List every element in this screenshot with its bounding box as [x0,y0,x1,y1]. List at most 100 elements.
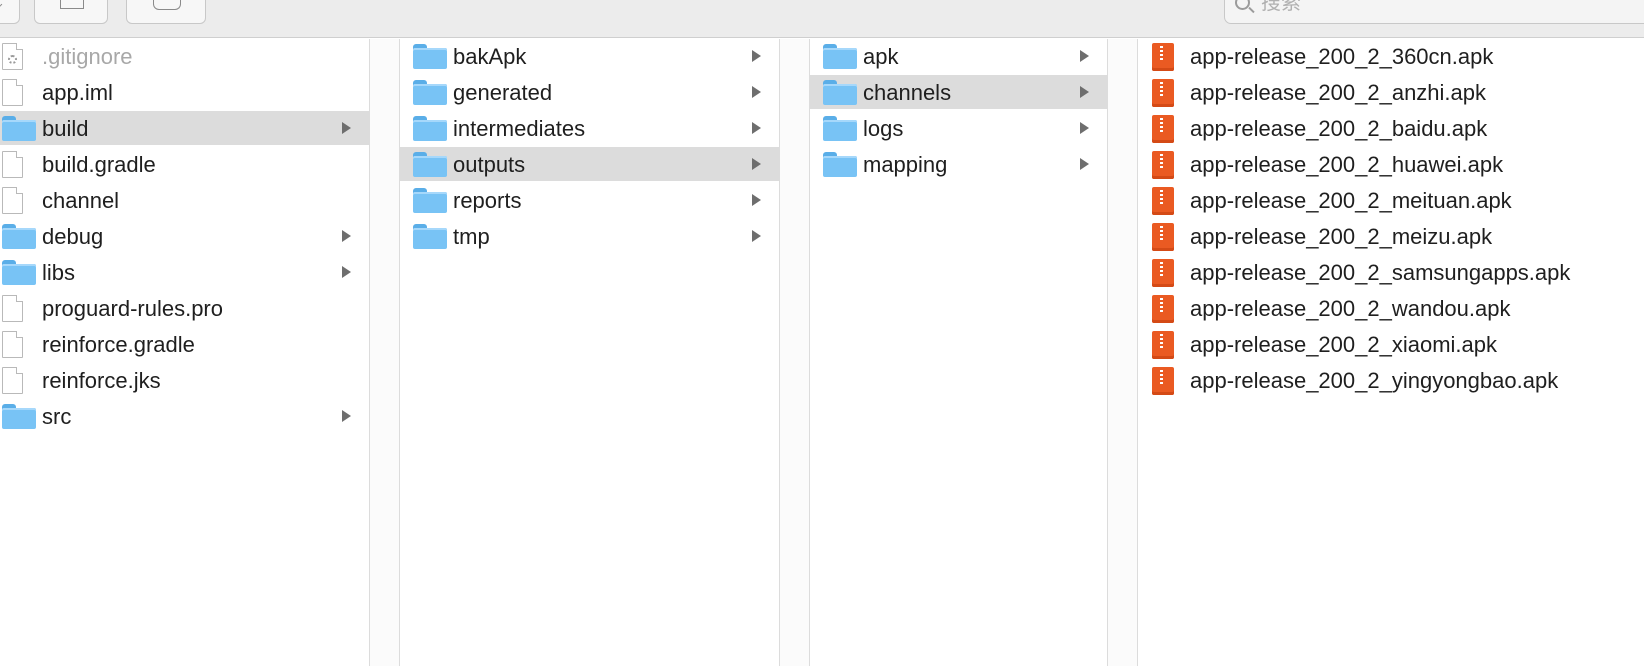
item-name: app-release_200_2_xiaomi.apk [1190,332,1497,357]
file-row[interactable]: app-release_200_2_huawei.apk [1138,147,1644,181]
item-name: app-release_200_2_360cn.apk [1190,44,1494,69]
disclosure-arrow-icon [752,50,761,62]
apk-file-icon [1152,367,1174,395]
item-name: tmp [453,224,490,249]
folder-row[interactable]: src [0,399,369,433]
item-name: app-release_200_2_baidu.apk [1190,116,1488,141]
file-row[interactable]: reinforce.jks [0,363,369,397]
disclosure-arrow-icon [342,410,351,422]
column-divider[interactable] [1108,39,1138,666]
search-placeholder: 搜索 [1261,0,1301,14]
folder-row[interactable]: generated [400,75,779,109]
folder-row[interactable]: logs [810,111,1107,145]
folder-row[interactable]: channels [810,75,1107,109]
file-row[interactable]: channel [0,183,369,217]
item-name: reports [453,188,522,213]
finder-toolbar: 搜索 [0,0,1644,38]
folder-icon [413,224,447,249]
column-divider[interactable] [370,39,400,666]
apk-file-icon [1152,295,1174,323]
file-row[interactable]: app-release_200_2_yingyongbao.apk [1138,363,1644,397]
item-name: app-release_200_2_samsungapps.apk [1190,260,1571,285]
file-row[interactable]: reinforce.gradle [0,327,369,361]
disclosure-arrow-icon [752,158,761,170]
disclosure-arrow-icon [342,122,351,134]
item-name: bakApk [453,44,527,69]
file-row[interactable]: app-release_200_2_wandou.apk [1138,291,1644,325]
folder-icon [413,80,447,105]
file-row[interactable]: app-release_200_2_xiaomi.apk [1138,327,1644,361]
folder-row[interactable]: mapping [810,147,1107,181]
disclosure-arrow-icon [752,86,761,98]
folder-row[interactable]: debug [0,219,369,253]
file-row[interactable]: app.iml [0,75,369,109]
file-row[interactable]: app-release_200_2_anzhi.apk [1138,75,1644,109]
apk-file-icon [1152,115,1174,143]
file-row[interactable]: .gitignore [0,39,369,73]
folder-icon [2,224,36,249]
item-name: apk [863,44,899,69]
item-name: app-release_200_2_meizu.apk [1190,224,1493,249]
search-field[interactable]: 搜索 [1224,0,1644,24]
folder-icon [823,152,857,177]
item-name: reinforce.gradle [42,332,195,357]
file-row[interactable]: app-release_200_2_meituan.apk [1138,183,1644,217]
item-name: debug [42,224,104,249]
tag-icon [153,0,181,10]
item-name: app-release_200_2_anzhi.apk [1190,80,1487,105]
item-name: mapping [863,152,948,177]
finder-column-2[interactable]: bakApk generated intermediates outputs repor… [400,39,780,666]
folder-icon [823,80,857,105]
item-name: app-release_200_2_wandou.apk [1190,296,1511,321]
item-name: proguard-rules.pro [42,296,223,321]
folder-icon [2,260,36,285]
disclosure-arrow-icon [752,230,761,242]
column-divider[interactable] [780,39,810,666]
item-name: channels [863,80,952,105]
item-name: .gitignore [42,44,133,69]
folder-row[interactable]: tmp [400,219,779,253]
folder-row[interactable]: libs [0,255,369,289]
chevron-down-icon [0,0,3,13]
file-row[interactable]: app-release_200_2_meizu.apk [1138,219,1644,253]
tags-button[interactable] [126,0,206,24]
search-icon [1235,0,1250,10]
finder-column-1[interactable]: .gitignore app.iml build build.gradle channe… [0,39,370,666]
file-row[interactable]: build.gradle [0,147,369,181]
apk-file-icon [1152,79,1174,107]
item-name: intermediates [453,116,586,141]
item-name: app.iml [42,80,113,105]
file-row[interactable]: app-release_200_2_samsungapps.apk [1138,255,1644,289]
folder-row[interactable]: apk [810,39,1107,73]
item-name: generated [453,80,553,105]
item-name: app-release_200_2_huawei.apk [1190,152,1504,177]
item-name: libs [42,260,76,285]
disclosure-arrow-icon [752,194,761,206]
folder-icon [823,44,857,69]
apk-file-icon [1152,43,1174,71]
disclosure-arrow-icon [1080,122,1089,134]
folder-row[interactable]: bakApk [400,39,779,73]
file-row[interactable]: proguard-rules.pro [0,291,369,325]
disclosure-arrow-icon [752,122,761,134]
folder-row[interactable]: outputs [400,147,779,181]
item-name: build.gradle [42,152,156,177]
disclosure-arrow-icon [342,266,351,278]
apk-file-icon [1152,331,1174,359]
file-row[interactable]: app-release_200_2_baidu.apk [1138,111,1644,145]
finder-column-3[interactable]: apk channels logs mapping [810,39,1108,666]
item-name: src [42,404,72,429]
share-button[interactable] [34,0,108,24]
file-row[interactable]: app-release_200_2_360cn.apk [1138,39,1644,73]
folder-row[interactable]: reports [400,183,779,217]
folder-row[interactable]: intermediates [400,111,779,145]
disclosure-arrow-icon [1080,50,1089,62]
item-name: channel [42,188,120,213]
finder-column-4[interactable]: app-release_200_2_360cn.apk app-release_2… [1138,39,1644,666]
apk-file-icon [1152,223,1174,251]
document-icon [2,295,23,322]
disclosure-arrow-icon [342,230,351,242]
folder-row[interactable]: build [0,111,369,145]
disclosure-arrow-icon [1080,158,1089,170]
back-button[interactable] [0,0,20,24]
